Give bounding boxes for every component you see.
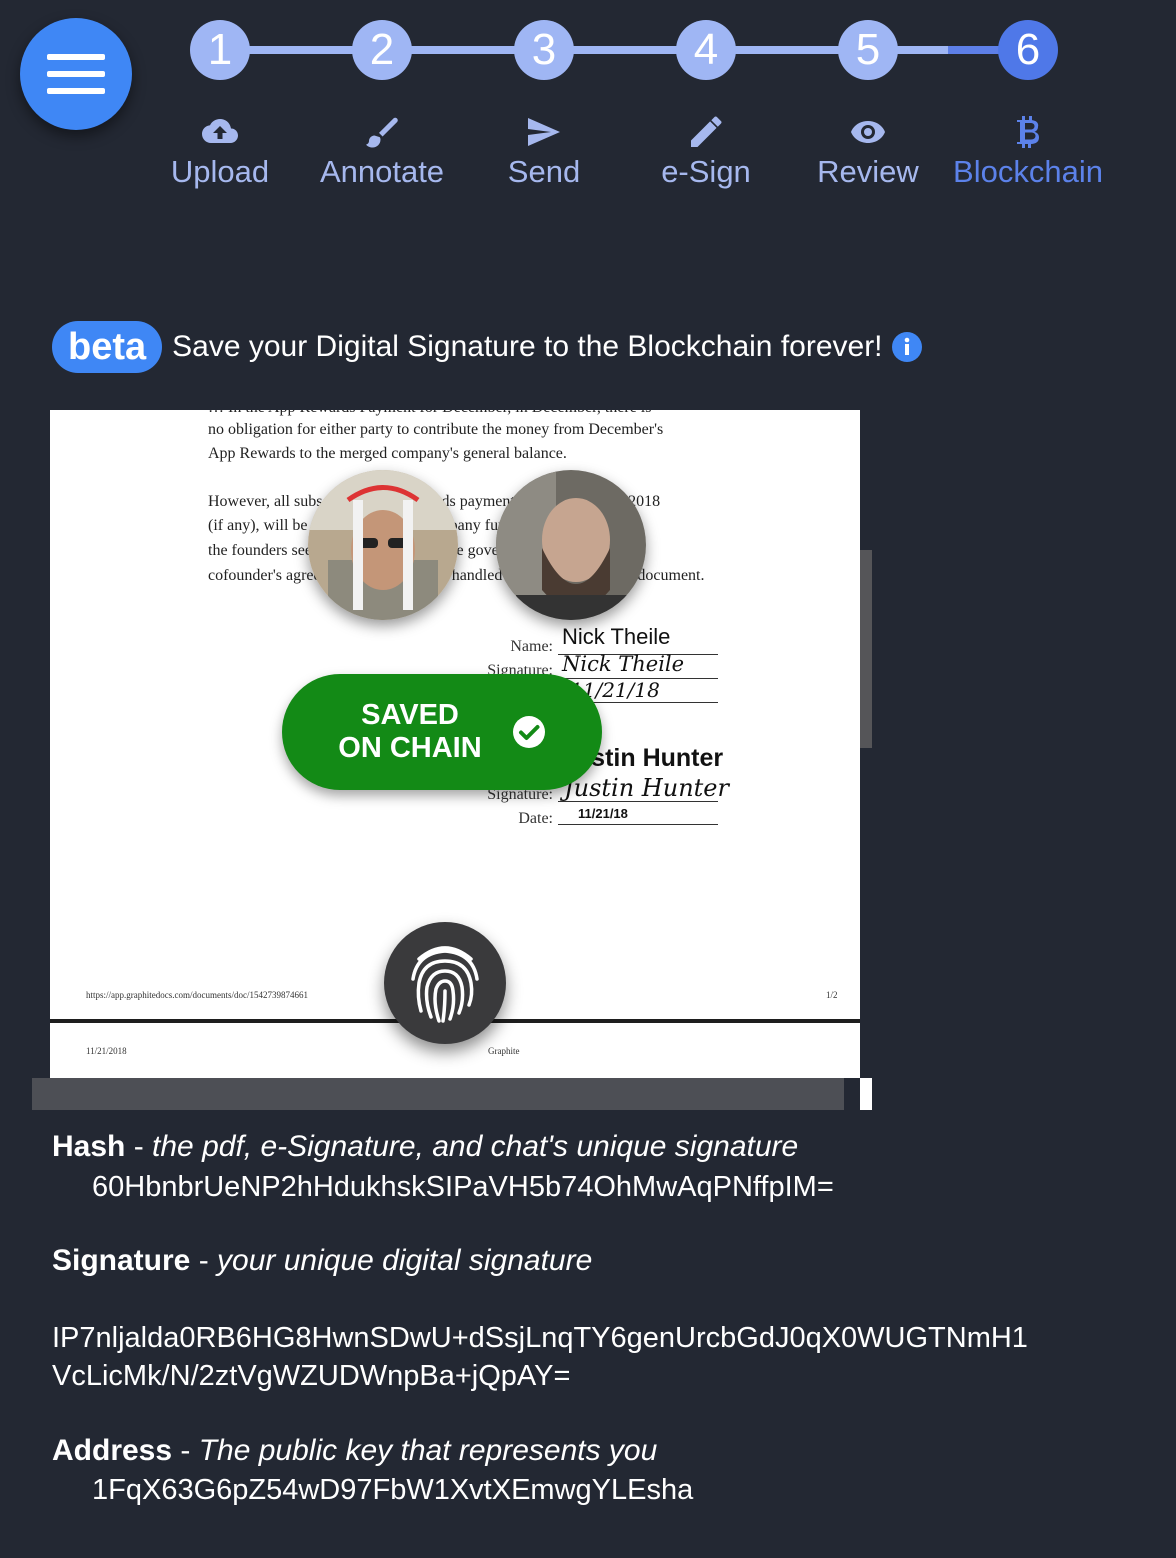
hash-heading: Hash - the pdf, e-Signature, and chat's … (52, 1130, 798, 1164)
signature-description: your unique digital signature (217, 1244, 593, 1277)
separator: - (172, 1434, 199, 1467)
scroll-corner (860, 1078, 872, 1110)
footer-url: https://app.graphitedocs.com/documents/d… (86, 990, 308, 1000)
fingerprint-icon (405, 939, 485, 1028)
pencil-icon (686, 114, 726, 150)
brush-icon (362, 114, 402, 150)
hash-value[interactable]: 60HbnbrUeNP2hHdukhskSIPaVH5b74OhMwAqPNff… (92, 1171, 834, 1204)
name-label: Name: (510, 638, 553, 655)
bitcoin-icon (1008, 114, 1048, 150)
separator: - (125, 1130, 153, 1163)
beta-description: Save your Digital Signature to the Block… (172, 330, 883, 363)
step-4-circle[interactable]: 4 (676, 20, 736, 80)
saved-on-chain-label: SAVED ON CHAIN (338, 699, 481, 765)
separator: - (190, 1244, 218, 1277)
signature-value-line-1[interactable]: IP7nljalda0RB6HG8HwnSDwU+dSsjLnqTY6genUr… (52, 1322, 1028, 1355)
step-1-circle[interactable]: 1 (190, 20, 250, 80)
signer-1-name: Nick Theile (562, 624, 671, 649)
signer-1-signature: Nick Theile (562, 652, 685, 676)
step-5-circle[interactable]: 5 (838, 20, 898, 80)
doc-text-line: cofounder's agreement, which will be han… (208, 567, 705, 584)
beta-badge: beta (52, 321, 163, 373)
step-3-label[interactable]: Send (459, 154, 629, 190)
footer-page-number: 1/2 (826, 990, 838, 1000)
hash-description: the pdf, e-Signature, and chat's unique … (152, 1130, 799, 1163)
step-2-circle[interactable]: 2 (352, 20, 412, 80)
signer-2-date: 11/21/18 (578, 806, 628, 821)
step-6-circle[interactable]: 6 (998, 20, 1058, 80)
signature-line (558, 824, 718, 825)
step-1-label[interactable]: Upload (135, 154, 305, 190)
page2-date: 11/21/2018 (86, 1046, 127, 1056)
check-circle-icon (512, 715, 546, 749)
saved-on-chain-button[interactable]: SAVED ON CHAIN (282, 674, 602, 790)
fingerprint-button[interactable] (384, 922, 506, 1044)
page2-brand: Graphite (488, 1046, 520, 1056)
document-preview: … In the App Rewards Payment for Decembe… (32, 408, 874, 1110)
doc-text-line: App Rewards to the merged company's gene… (208, 445, 567, 462)
signature-value-line-2[interactable]: VcLicMk/N/2ztVgWZUDWnpBa+jQpAY= (52, 1360, 570, 1393)
send-icon (524, 114, 564, 150)
vertical-scrollbar[interactable] (860, 550, 872, 748)
horizontal-scrollbar[interactable] (32, 1078, 844, 1110)
doc-text-line: (if any), will be treated as shared comp… (208, 517, 637, 534)
address-title: Address (52, 1434, 173, 1467)
hash-title: Hash (52, 1130, 126, 1163)
pdf-page: … In the App Rewards Payment for Decembe… (50, 410, 860, 1078)
step-2-label[interactable]: Annotate (297, 154, 467, 190)
saved-line-2: ON CHAIN (338, 732, 482, 764)
stepper: 1 2 3 4 5 6 Upload Annotate Send e-Sign … (0, 0, 1176, 220)
saved-line-1: SAVED (361, 699, 459, 731)
signature-heading: Signature - your unique digital signatur… (52, 1244, 592, 1278)
step-6-label[interactable]: Blockchain (943, 154, 1113, 190)
step-3-circle[interactable]: 3 (514, 20, 574, 80)
avatar (496, 470, 646, 620)
date-label: Date: (518, 810, 553, 827)
doc-text-line: the founders see fit. These funds will b… (208, 542, 571, 559)
signer-2-signature: Justin Hunter (564, 774, 729, 802)
doc-text-line: no obligation for either party to contri… (208, 421, 664, 438)
cloud-upload-icon (200, 114, 240, 150)
doc-text-line: However, all subsequent App Rewards paym… (208, 493, 661, 510)
step-5-label[interactable]: Review (783, 154, 953, 190)
step-4-label[interactable]: e-Sign (621, 154, 791, 190)
eye-icon (848, 114, 888, 150)
signature-title: Signature (52, 1244, 191, 1277)
info-icon[interactable] (891, 331, 923, 363)
address-value[interactable]: 1FqX63G6pZ54wD97FbW1XvtXEmwgYLEsha (92, 1474, 693, 1507)
avatar (308, 470, 458, 620)
address-heading: Address - The public key that represents… (52, 1434, 657, 1468)
beta-heading: beta Save your Digital Signature to the … (52, 320, 923, 374)
address-description: The public key that represents you (198, 1434, 658, 1467)
